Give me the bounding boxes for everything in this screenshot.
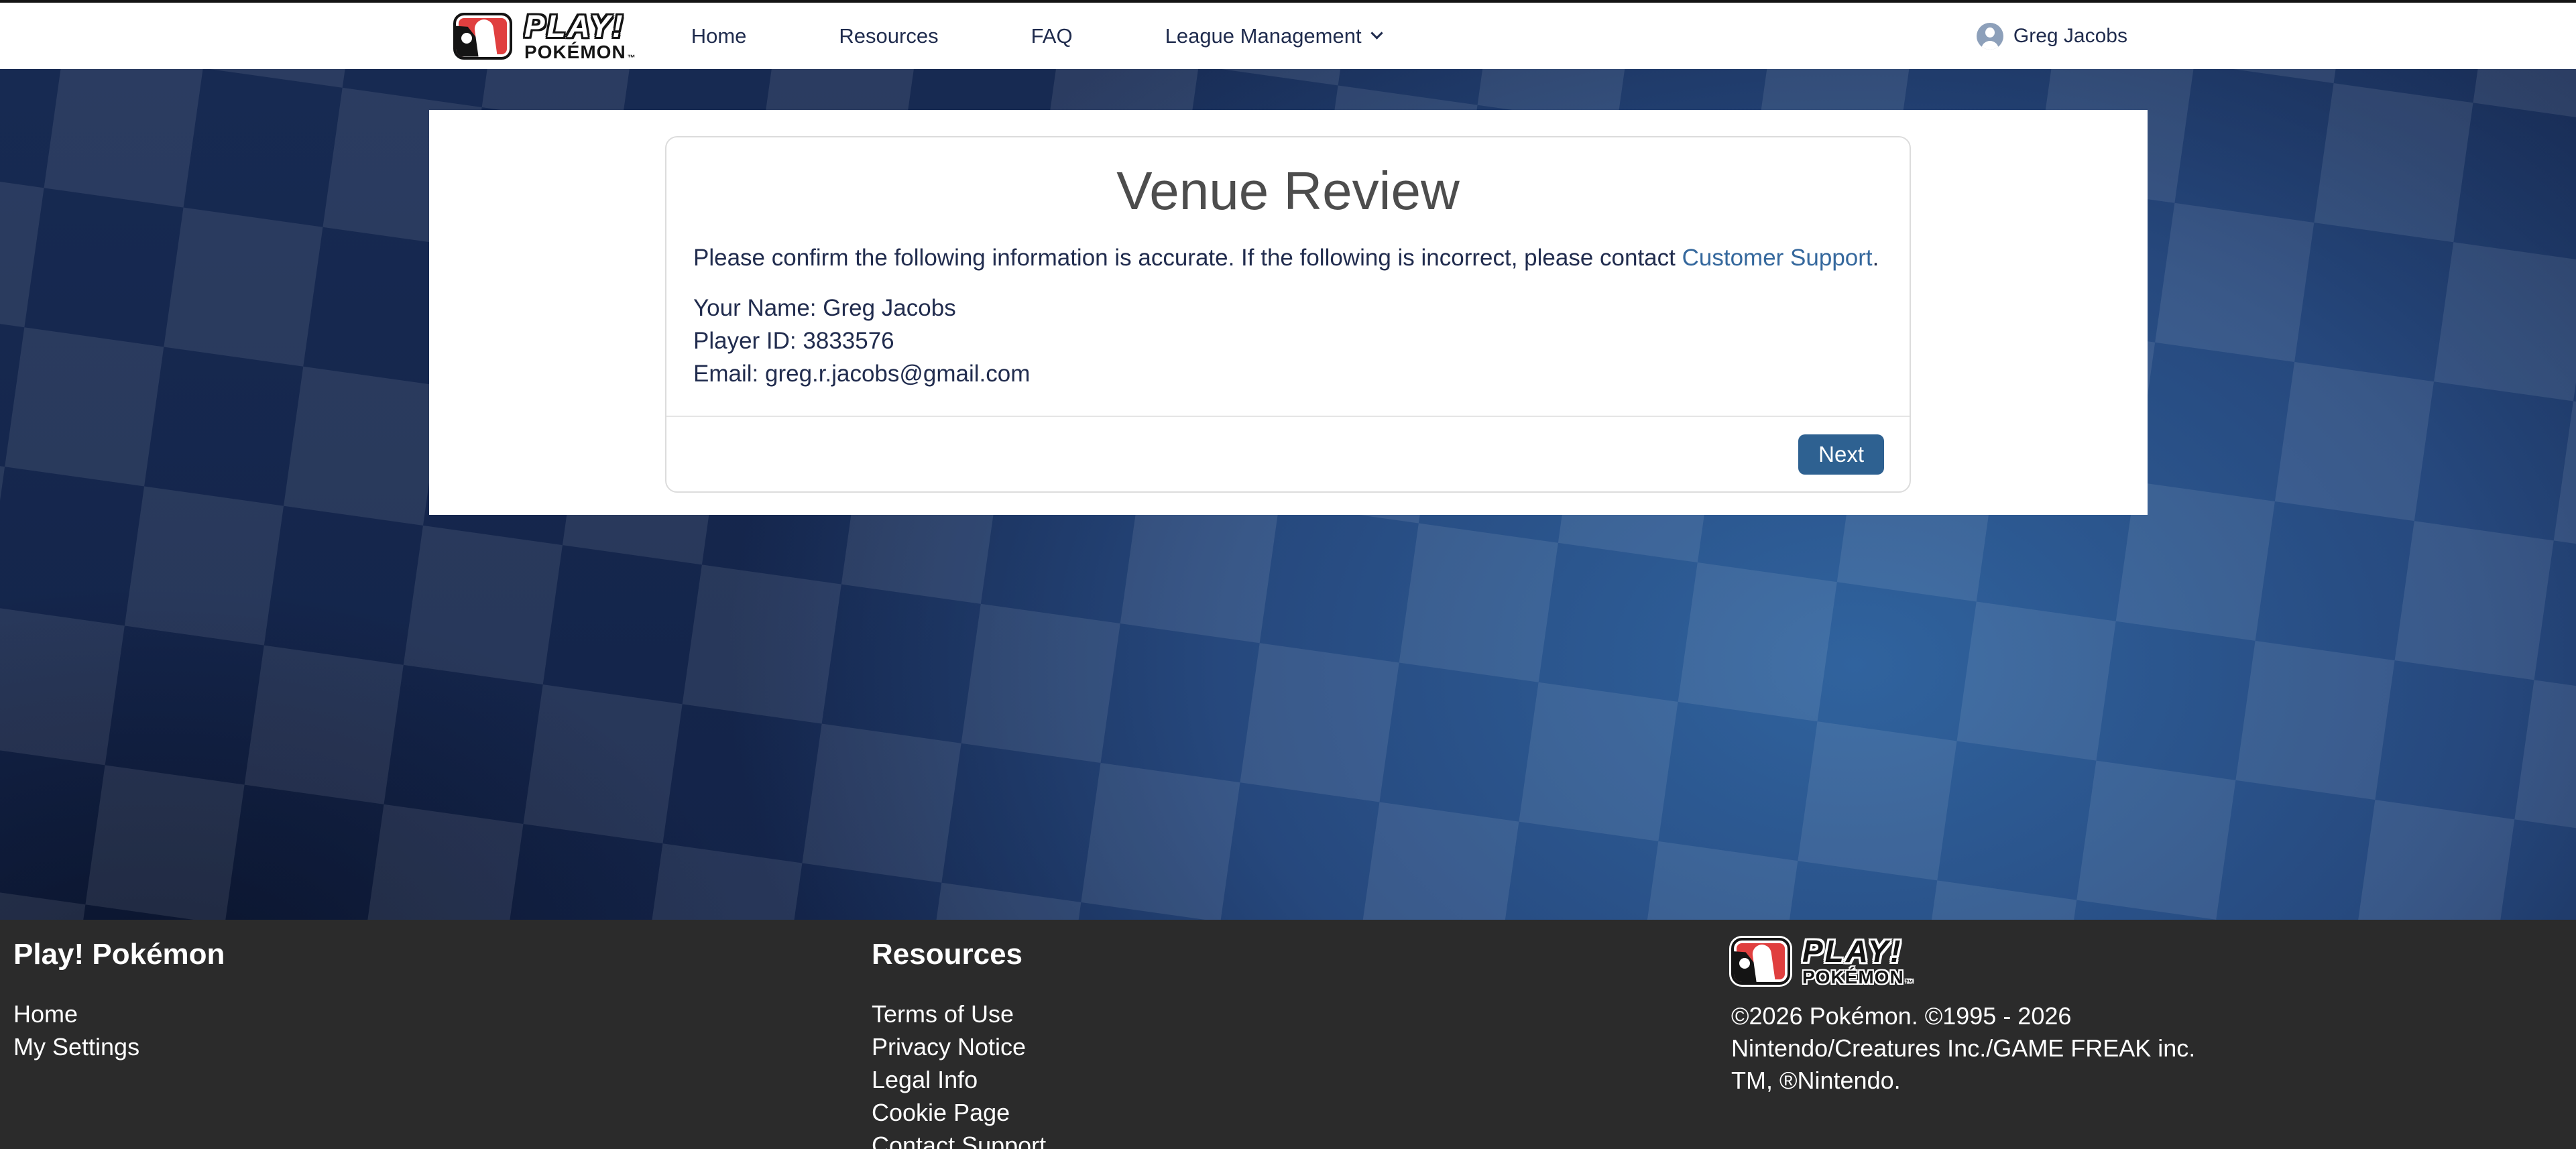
nav-resources-label: Resources [839, 24, 938, 48]
customer-support-link[interactable]: Customer Support [1682, 245, 1873, 271]
pokeball-trainer-icon [453, 13, 512, 60]
checkered-background: Venue Review Please confirm the followin… [0, 69, 2576, 920]
footer-link-cookie-page[interactable]: Cookie Page [872, 1096, 1046, 1129]
pokeball-icon [461, 33, 472, 44]
nav-home-label: Home [691, 24, 747, 48]
field-email-value: greg.r.jacobs@gmail.com [765, 361, 1030, 387]
content-panel: Venue Review Please confirm the followin… [429, 110, 2148, 515]
footer-link-my-settings[interactable]: My Settings [13, 1030, 225, 1063]
footer-link-home[interactable]: Home [13, 997, 225, 1030]
user-menu[interactable]: Greg Jacobs [1977, 23, 2127, 50]
footer-link-legal-info[interactable]: Legal Info [872, 1063, 1046, 1096]
nav-item-home[interactable]: Home [691, 24, 747, 48]
user-name: Greg Jacobs [2013, 25, 2127, 48]
nav-item-resources[interactable]: Resources [839, 24, 938, 48]
card-footer: Next [666, 416, 1910, 491]
field-your-name: Your Name: Greg Jacobs [693, 292, 1883, 324]
pokeball-icon [1739, 958, 1750, 969]
trademark-symbol: ™ [1906, 979, 1914, 987]
intro-text-after: . [1873, 245, 1879, 271]
footer: Play! Pokémon Home My Settings Resources… [0, 920, 2576, 1149]
play-pokemon-logo[interactable]: PLAY! POKÉMON ™ [453, 11, 636, 62]
footer-column-legal: PLAY! POKÉMON ™ ©2026 Pokémon. ©1995 - 2… [1731, 936, 2214, 1097]
field-your-name-value: Greg Jacobs [823, 295, 955, 321]
footer-link-privacy-notice[interactable]: Privacy Notice [872, 1030, 1046, 1063]
field-email-label: Email: [693, 361, 758, 387]
logo-pokemon-word: POKÉMON [1802, 968, 1904, 987]
footer-play-pokemon-logo: PLAY! POKÉMON ™ [1731, 936, 2214, 987]
logo-play-text: PLAY! [524, 11, 636, 42]
footer-heading-resources: Resources [872, 936, 1046, 973]
field-player-id-value: 3833576 [803, 328, 894, 354]
logo-text: PLAY! POKÉMON ™ [1802, 936, 1914, 987]
copyright-text: ©2026 Pokémon. ©1995 - 2026 Nintendo/Cre… [1731, 1000, 2214, 1097]
field-player-id-label: Player ID: [693, 328, 797, 354]
logo-pokemon-text: POKÉMON ™ [524, 43, 636, 62]
chevron-down-icon [1370, 27, 1383, 39]
next-button[interactable]: Next [1798, 434, 1884, 475]
nav-item-faq[interactable]: FAQ [1031, 24, 1073, 48]
logo-text: PLAY! POKÉMON ™ [524, 11, 636, 62]
footer-column-play-pokemon: Play! Pokémon Home My Settings [13, 936, 225, 1063]
footer-link-terms-of-use[interactable]: Terms of Use [872, 997, 1046, 1030]
logo-pokemon-text: POKÉMON ™ [1802, 968, 1914, 987]
field-player-id: Player ID: 3833576 [693, 324, 1883, 357]
field-your-name-label: Your Name: [693, 295, 817, 321]
pokeball-trainer-icon [1731, 938, 1790, 985]
trademark-symbol: ™ [628, 54, 636, 62]
player-info: Your Name: Greg Jacobs Player ID: 383357… [693, 292, 1883, 390]
intro-text-before: Please confirm the following information… [693, 245, 1682, 271]
logo-play-text: PLAY! [1802, 936, 1914, 967]
footer-link-contact-support[interactable]: Contact Support [872, 1129, 1046, 1149]
page-title: Venue Review [666, 160, 1910, 222]
venue-review-card: Venue Review Please confirm the followin… [665, 136, 1911, 493]
footer-column-resources: Resources Terms of Use Privacy Notice Le… [872, 936, 1046, 1149]
user-avatar-icon [1977, 23, 2003, 50]
confirmation-text: Please confirm the following information… [693, 245, 1883, 271]
nav-faq-label: FAQ [1031, 24, 1073, 48]
logo-pokemon-word: POKÉMON [524, 43, 626, 62]
main-nav: Home Resources FAQ League Management [691, 24, 1381, 48]
nav-league-management-label: League Management [1165, 24, 1362, 48]
header: PLAY! POKÉMON ™ Home Resources FAQ Leagu… [0, 3, 2576, 69]
field-email: Email: greg.r.jacobs@gmail.com [693, 357, 1883, 390]
nav-item-league-management[interactable]: League Management [1165, 24, 1381, 48]
footer-heading-play-pokemon: Play! Pokémon [13, 936, 225, 973]
